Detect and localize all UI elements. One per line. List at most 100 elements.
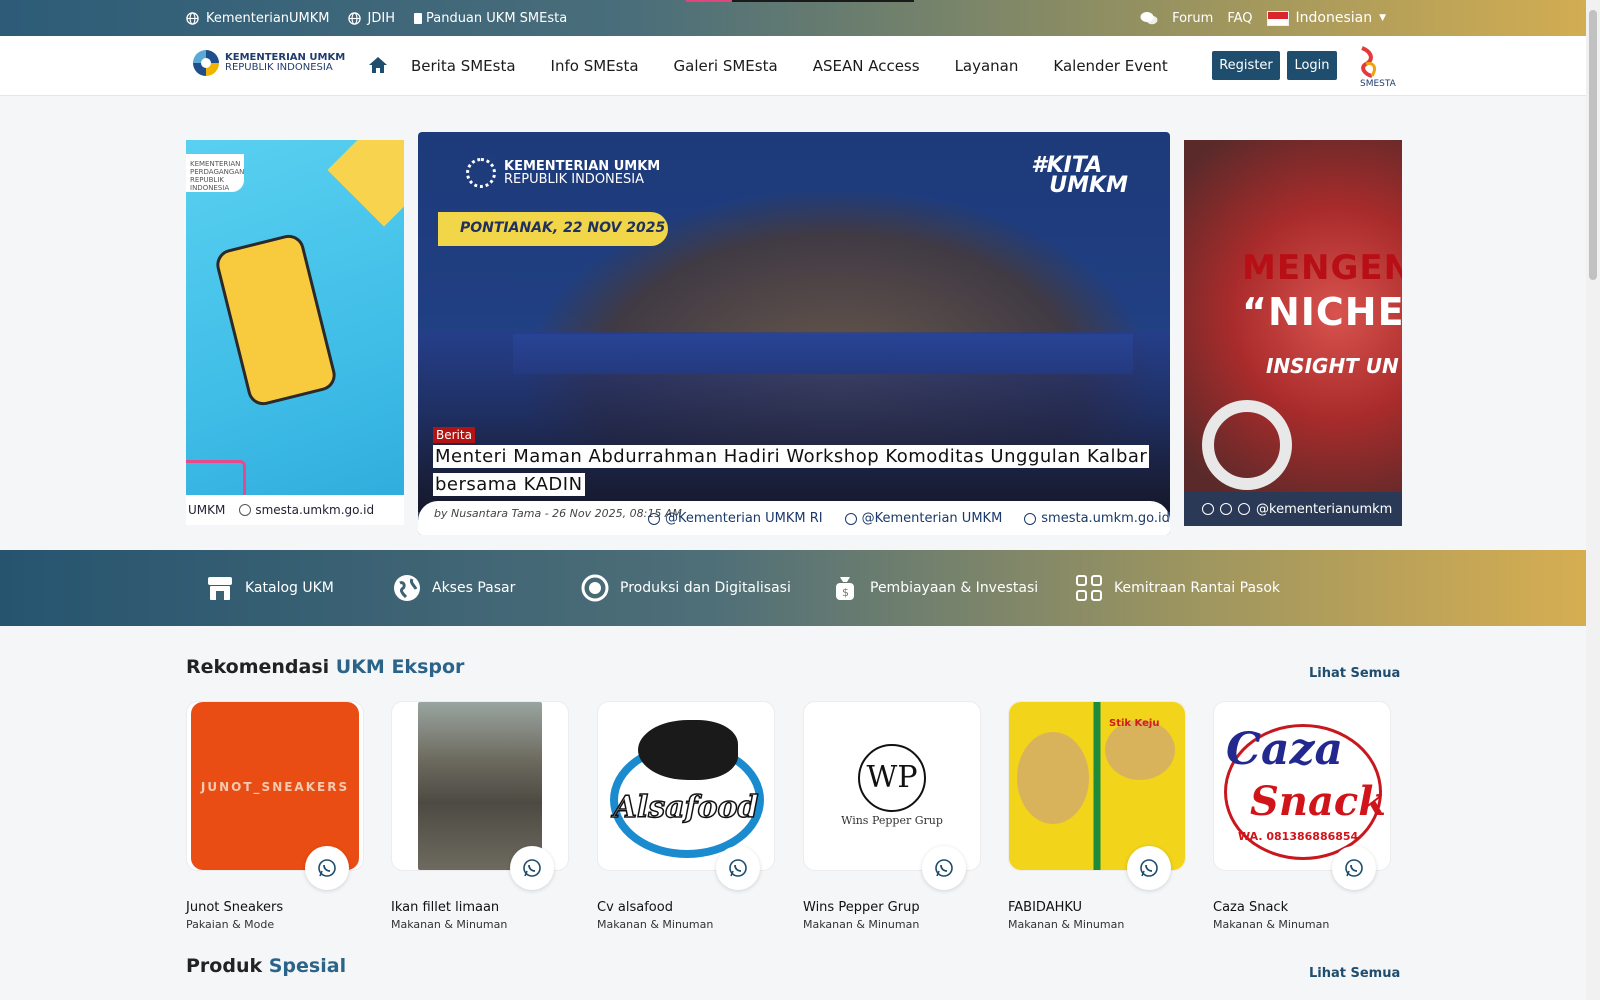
product-image: Caza Snack WA. 081386886854: [1214, 702, 1390, 870]
social-text: @Kementerian UMKM RI: [665, 511, 823, 526]
image-text: Caza: [1226, 724, 1344, 775]
indonesia-flag-icon: [1266, 10, 1289, 26]
whatsapp-button[interactable]: [922, 846, 966, 890]
top-utility-bar: KementerianUMKM JDIH Panduan UKM SMEsta …: [0, 0, 1586, 36]
org-text: KEMENTERIAN UMKM REPUBLIK INDONESIA: [504, 160, 660, 186]
globe-icon: [239, 504, 252, 516]
faq-link[interactable]: FAQ: [1227, 11, 1252, 26]
service-pembiayaan-investasi[interactable]: $ Pembiayaan & Investasi: [830, 550, 1038, 626]
ministry-emblem-icon: [466, 158, 496, 188]
whatsapp-button[interactable]: [1127, 846, 1171, 890]
product-category: Makanan & Minuman: [1008, 918, 1125, 931]
footer-text-a: UMKM: [188, 503, 226, 517]
image-text: Wins Pepper Grup: [841, 814, 943, 827]
nav-item-info[interactable]: Info SMEsta: [551, 57, 639, 75]
slide-footer: @kementerianumkm: [1184, 492, 1402, 526]
nav-item-kalender[interactable]: Kalender Event: [1053, 57, 1167, 75]
whatsapp-icon: [318, 859, 336, 877]
forum-link[interactable]: Forum: [1172, 11, 1213, 26]
headline-line-1[interactable]: Menteri Maman Abdurrahman Hadiri Worksho…: [433, 445, 1150, 468]
product-card-ikan-fillet[interactable]: [391, 701, 569, 890]
link-label: Panduan UKM SMEsta: [425, 10, 568, 26]
slide-hashtag: #KITA UMKM: [1031, 155, 1128, 197]
service-katalog-ukm[interactable]: Katalog UKM: [205, 550, 334, 626]
caret-down-icon: ▼: [1379, 13, 1386, 23]
product-name[interactable]: Wins Pepper Grup: [803, 900, 920, 915]
logo-text: KEMENTERIAN UMKM REPUBLIK INDONESIA: [225, 53, 345, 73]
title-plain: Produk: [186, 955, 263, 977]
link-label: KementerianUMKM: [206, 10, 330, 26]
see-all-produk-spesial[interactable]: Lihat Semua: [1309, 966, 1400, 981]
language-selector[interactable]: Indonesian ▼: [1266, 10, 1386, 26]
carousel-slide-prev[interactable]: KEMENTERIAN PERDAGANGAN REPUBLIK INDONES…: [186, 140, 404, 525]
social-handles: @Kementerian UMKM RI @Kementerian UMKM s…: [648, 511, 1170, 526]
whatsapp-icon: [1140, 859, 1158, 877]
carousel-slide-next[interactable]: MENGEN “NICHE INSIGHT UN @kementerianumk…: [1184, 140, 1402, 526]
globe-icon: [347, 11, 361, 25]
nav-item-layanan[interactable]: Layanan: [955, 57, 1019, 75]
language-label: Indonesian: [1295, 10, 1373, 26]
link-jdih[interactable]: JDIH: [347, 10, 395, 26]
carousel-slide-active[interactable]: PONTIANAK, 22 NOV 2025 KEMENTERIAN UMKM …: [418, 132, 1170, 535]
slide-title-3: INSIGHT UN: [1266, 354, 1399, 378]
document-icon: [413, 12, 422, 24]
smesta-logo[interactable]: SMESTA: [1352, 46, 1398, 88]
image-text: Alsafood: [613, 789, 759, 826]
article-byline: by Nusantara Tama - 26 Nov 2025, 08:15 A…: [434, 507, 682, 520]
service-akses-pasar[interactable]: Akses Pasar: [392, 550, 515, 626]
svg-text:$: $: [842, 586, 849, 599]
product-image: JUNOT_SNEAKERS: [191, 702, 359, 870]
product-name[interactable]: Junot Sneakers: [186, 900, 283, 915]
social-item: @Kementerian UMKM RI: [648, 511, 823, 526]
smesta-text: SMESTA: [1360, 79, 1397, 88]
scrollbar-thumb[interactable]: [1589, 10, 1597, 280]
nav-item-galeri[interactable]: Galeri SMEsta: [674, 57, 778, 75]
fish-illustration: [638, 720, 738, 780]
product-image: Stik Keju: [1009, 702, 1185, 870]
product-name[interactable]: Ikan fillet limaan: [391, 900, 499, 915]
product-card-caza-snack[interactable]: Caza Snack WA. 081386886854: [1213, 701, 1391, 890]
whatsapp-button[interactable]: [716, 846, 760, 890]
service-kemitraan-rantai-pasok[interactable]: Kemitraan Rantai Pasok: [1074, 550, 1280, 626]
service-label: Katalog UKM: [245, 580, 334, 596]
product-card-cv-alsafood[interactable]: Alsafood: [597, 701, 775, 890]
product-card-fabidahku[interactable]: Stik Keju: [1008, 701, 1186, 890]
image-text-2: Snack: [1250, 778, 1386, 825]
whatsapp-button[interactable]: [510, 846, 554, 890]
headline-line-2[interactable]: bersama KADIN: [433, 473, 585, 496]
product-category: Makanan & Minuman: [391, 918, 508, 931]
whatsapp-icon: [935, 859, 953, 877]
link-label: JDIH: [367, 10, 395, 26]
link-kementerian-umkm[interactable]: KementerianUMKM: [186, 11, 330, 26]
nav-item-asean[interactable]: ASEAN Access: [813, 57, 920, 75]
handle-text: @kementerianumkm: [1256, 501, 1393, 517]
top-links-right: Forum FAQ Indonesian ▼: [1140, 0, 1386, 36]
ministry-logo[interactable]: KEMENTERIAN UMKM REPUBLIK INDONESIA: [193, 50, 345, 76]
service-produksi-digitalisasi[interactable]: Produksi dan Digitalisasi: [580, 550, 791, 626]
whatsapp-button[interactable]: [1332, 846, 1376, 890]
home-icon[interactable]: [368, 55, 388, 75]
product-name[interactable]: Caza Snack: [1213, 900, 1288, 915]
register-button[interactable]: Register: [1212, 51, 1280, 80]
link-panduan[interactable]: Panduan UKM SMEsta: [413, 11, 567, 26]
product-name[interactable]: Cv alsafood: [597, 900, 673, 915]
nav-item-berita[interactable]: Berita SMEsta: [411, 57, 516, 75]
title-plain: Rekomendasi: [186, 656, 330, 678]
website-text: smesta.umkm.go.id: [255, 503, 375, 517]
login-button[interactable]: Login: [1287, 51, 1337, 80]
category-badge[interactable]: Berita: [433, 427, 475, 443]
decorative-corner: [327, 140, 404, 227]
org-line-2: REPUBLIK INDONESIA: [504, 172, 644, 187]
youtube-icon: [844, 512, 857, 525]
slide-footer: by Nusantara Tama - 26 Nov 2025, 08:15 A…: [418, 501, 1170, 535]
product-name[interactable]: FABIDAHKU: [1008, 900, 1082, 915]
product-card-wins-pepper[interactable]: WP Wins Pepper Grup: [803, 701, 981, 890]
globe-icon: [1024, 512, 1037, 525]
facebook-icon: [1220, 503, 1232, 515]
product-card-junot-sneakers[interactable]: JUNOT_SNEAKERS: [186, 701, 364, 890]
slide-caption: Berita Menteri Maman Abdurrahman Hadiri …: [433, 424, 1153, 499]
see-all-ukm-ekspor[interactable]: Lihat Semua: [1309, 666, 1400, 681]
page-scrollbar[interactable]: [1586, 0, 1600, 1000]
target-illustration: [1202, 400, 1292, 490]
whatsapp-button[interactable]: [305, 846, 349, 890]
